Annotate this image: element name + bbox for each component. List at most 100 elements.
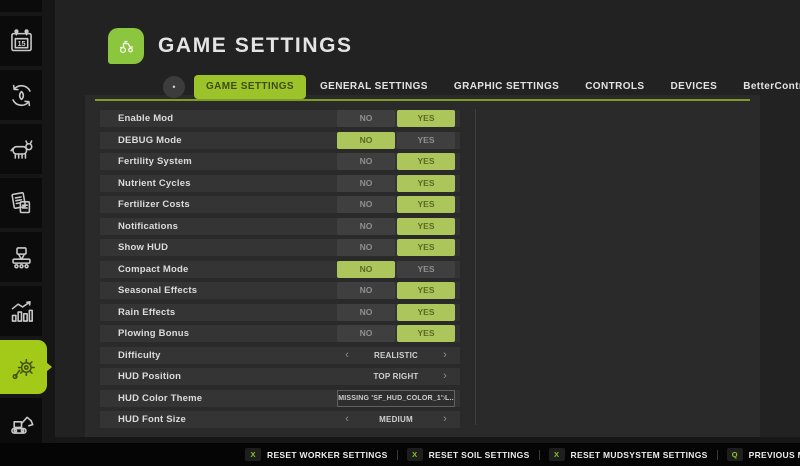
sidebar-item-construction[interactable]	[0, 398, 42, 443]
tab-label: GENERAL SETTINGS	[320, 81, 428, 92]
setting-label: HUD Color Theme	[118, 393, 202, 404]
hint-divider	[717, 450, 718, 460]
setting-label: Compact Mode	[118, 264, 189, 275]
tab-label: BetterContracts	[743, 81, 800, 92]
production-icon	[8, 244, 35, 271]
hint-reset-worker-settings: X RESET WORKER SETTINGS	[245, 448, 388, 461]
next-option-icon[interactable]: ›	[441, 411, 449, 428]
documents-icon	[8, 190, 35, 217]
selected-option-value: MISSING 'SF_HUD_COLOR_1' L..	[338, 395, 454, 402]
column-divider	[475, 109, 476, 425]
hint-reset-soil-settings: X RESET SOIL SETTINGS	[407, 448, 530, 461]
setting-row-show-hud: Show HUD NO YES	[100, 239, 460, 256]
sidebar-item-map[interactable]	[0, 0, 42, 12]
excavator-icon	[8, 410, 35, 437]
toggle-option-no[interactable]: NO	[337, 196, 395, 213]
toggle-group: NO YES	[337, 261, 455, 278]
setting-row-hud-font-size: HUD Font Size ‹ MEDIUM ›	[100, 411, 460, 428]
toggle-option-yes[interactable]: YES	[397, 304, 455, 321]
hint-label: RESET MUDSYSTEM SETTINGS	[571, 450, 708, 460]
next-option-icon[interactable]: ›	[440, 390, 448, 407]
scroll-left-icon: •	[172, 82, 175, 92]
toggle-option-no[interactable]: NO	[337, 153, 395, 170]
sidebar-item-production[interactable]	[0, 232, 42, 282]
tractor-icon	[114, 34, 138, 58]
toggle-option-no[interactable]: NO	[337, 218, 395, 235]
toggle-option-no[interactable]: NO	[337, 304, 395, 321]
tab-game-settings[interactable]: GAME SETTINGS	[194, 75, 306, 99]
sidebar-item-animals[interactable]	[0, 124, 42, 174]
game-settings-screen: 15	[0, 0, 800, 466]
setting-label: Enable Mod	[118, 113, 173, 124]
sidebar-item-documents[interactable]	[0, 178, 42, 228]
toggle-option-yes[interactable]: YES	[397, 261, 455, 278]
setting-row-enable-mod: Enable Mod NO YES	[100, 110, 460, 127]
setting-row-fertility-system: Fertility System NO YES	[100, 153, 460, 170]
toggle-group: NO YES	[337, 110, 455, 127]
toggle-option-yes[interactable]: YES	[397, 325, 455, 342]
next-option-icon[interactable]: ›	[441, 368, 449, 385]
toggle-group: NO YES	[337, 175, 455, 192]
hint-previous-menu: Q PREVIOUS MENU	[727, 448, 800, 461]
option-selector[interactable]: ‹ MISSING 'SF_HUD_COLOR_1' L.. ›	[337, 390, 455, 407]
hint-reset-mudsystem-settings: X RESET MUDSYSTEM SETTINGS	[549, 448, 708, 461]
toggle-option-no[interactable]: NO	[337, 239, 395, 256]
toggle-option-yes[interactable]: YES	[397, 239, 455, 256]
setting-label: Notifications	[118, 221, 178, 232]
setting-label: Difficulty	[118, 350, 161, 361]
toggle-option-no[interactable]: NO	[337, 282, 395, 299]
tab-devices[interactable]: DEVICES	[659, 75, 730, 99]
setting-row-difficulty: Difficulty ‹ REALISTIC ›	[100, 347, 460, 364]
key-badge: X	[549, 448, 565, 461]
hint-divider	[397, 450, 398, 460]
toggle-group: NO YES	[337, 196, 455, 213]
sidebar-tiles: 15	[0, 0, 55, 443]
tab-underline	[95, 99, 750, 101]
toggle-group: NO YES	[337, 304, 455, 321]
settings-panel: Enable Mod NO YES DEBUG Mode NO YES Fert…	[85, 95, 760, 437]
toggle-option-no[interactable]: NO	[337, 110, 395, 127]
toggle-group: NO YES	[337, 153, 455, 170]
prev-option-icon[interactable]: ‹	[343, 347, 351, 364]
toggle-option-yes[interactable]: YES	[397, 132, 455, 149]
statistics-icon	[8, 298, 35, 325]
option-selector[interactable]: ‹ REALISTIC ›	[337, 347, 455, 364]
toggle-option-no[interactable]: NO	[337, 261, 395, 278]
hint-label: RESET WORKER SETTINGS	[267, 450, 388, 460]
toggle-option-no[interactable]: NO	[337, 175, 395, 192]
toggle-option-yes[interactable]: YES	[397, 196, 455, 213]
tab-label: GRAPHIC SETTINGS	[454, 81, 559, 92]
tab-scroll-left-button[interactable]: •	[163, 76, 185, 98]
toggle-option-yes[interactable]: YES	[397, 218, 455, 235]
toggle-option-no[interactable]: NO	[337, 132, 395, 149]
tab-graphic-settings[interactable]: GRAPHIC SETTINGS	[442, 75, 571, 99]
next-option-icon[interactable]: ›	[441, 347, 449, 364]
tab-label: DEVICES	[671, 81, 718, 92]
sidebar-item-statistics[interactable]	[0, 286, 42, 336]
sidebar-item-settings[interactable]	[0, 340, 47, 394]
tab-controls[interactable]: CONTROLS	[573, 75, 656, 99]
setting-label: Show HUD	[118, 242, 168, 253]
toggle-option-yes[interactable]: YES	[397, 175, 455, 192]
setting-row-plowing-bonus: Plowing Bonus NO YES	[100, 325, 460, 342]
setting-label: DEBUG Mode	[118, 135, 182, 146]
option-selector[interactable]: ‹ TOP RIGHT ›	[337, 368, 455, 385]
setting-label: Rain Effects	[118, 307, 175, 318]
option-selector[interactable]: ‹ MEDIUM ›	[337, 411, 455, 428]
setting-row-seasonal-effects: Seasonal Effects NO YES	[100, 282, 460, 299]
key-badge: Q	[727, 448, 743, 461]
setting-row-hud-position: HUD Position ‹ TOP RIGHT ›	[100, 368, 460, 385]
toggle-option-no[interactable]: NO	[337, 325, 395, 342]
tab-bettercontracts[interactable]: BetterContracts	[731, 75, 800, 99]
toggle-option-yes[interactable]: YES	[397, 110, 455, 127]
sidebar: 15	[0, 0, 55, 443]
setting-row-compact-mode: Compact Mode NO YES	[100, 261, 460, 278]
sidebar-item-calendar[interactable]: 15	[0, 16, 42, 66]
setting-label: Plowing Bonus	[118, 328, 189, 339]
tab-general-settings[interactable]: GENERAL SETTINGS	[308, 75, 440, 99]
toggle-option-yes[interactable]: YES	[397, 282, 455, 299]
toggle-group: NO YES	[337, 325, 455, 342]
sidebar-item-seasons-cycle[interactable]	[0, 70, 42, 120]
prev-option-icon[interactable]: ‹	[343, 411, 351, 428]
toggle-option-yes[interactable]: YES	[397, 153, 455, 170]
